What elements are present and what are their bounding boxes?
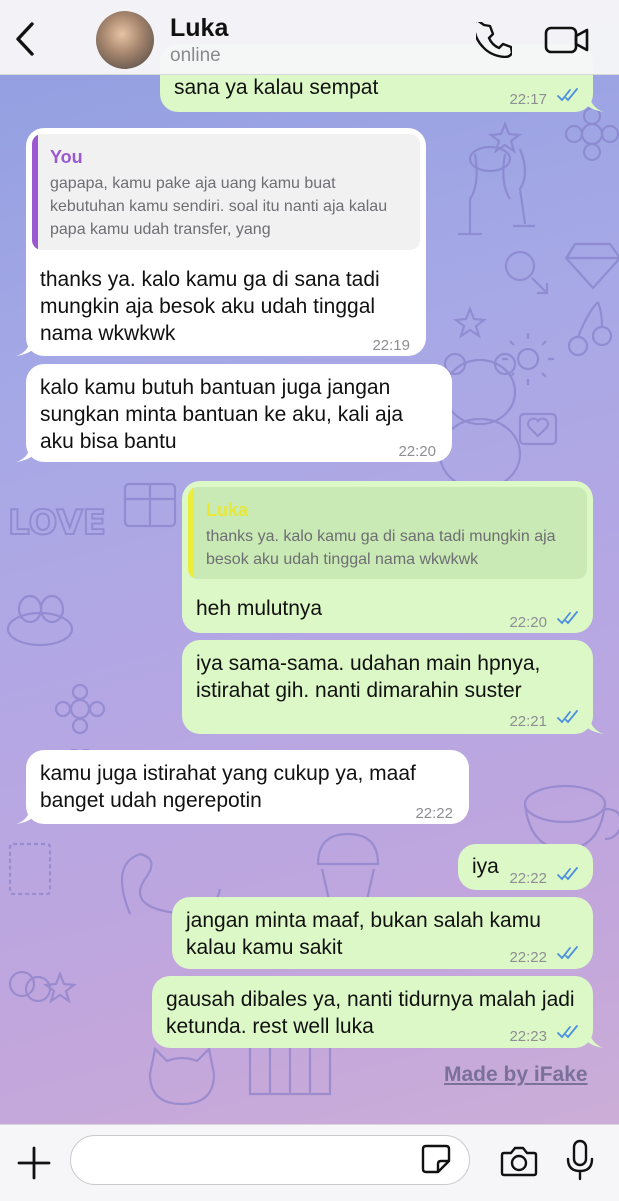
- message-text: kamu juga istirahat yang cukup ya, maaf …: [40, 762, 416, 812]
- double-check-icon: [557, 946, 578, 960]
- message-bubble-outgoing[interactable]: jangan minta maaf, bukan salah kamu kala…: [172, 897, 593, 969]
- back-chevron-icon[interactable]: [10, 20, 40, 58]
- plus-icon[interactable]: [16, 1145, 52, 1181]
- message-time: 22:20: [398, 443, 436, 460]
- double-check-icon: [557, 88, 578, 102]
- contact-avatar[interactable]: [96, 11, 154, 69]
- message-bubble-incoming[interactable]: kalo kamu butuh bantuan juga jangan sung…: [26, 364, 452, 462]
- message-bubble-incoming[interactable]: You gapapa, kamu pake aja uang kamu buat…: [26, 128, 426, 356]
- message-text: thanks ya. kalo kamu ga di sana tadi mun…: [40, 268, 380, 345]
- contact-status: online: [170, 45, 221, 66]
- message-time: 22:19: [372, 337, 410, 354]
- composer-bar: [0, 1124, 619, 1201]
- sticker-icon[interactable]: [420, 1143, 452, 1175]
- message-time: 22:20: [509, 614, 547, 631]
- message-time: 22:17: [509, 91, 547, 108]
- double-check-icon: [557, 867, 578, 881]
- reply-quote-text: thanks ya. kalo kamu ga di sana tadi mun…: [206, 528, 556, 568]
- message-time: 22:22: [415, 805, 453, 822]
- watermark-text: Made by iFake: [444, 1063, 588, 1086]
- reply-quote-author: Luka: [206, 500, 249, 520]
- svg-text:LOVE: LOVE: [8, 503, 106, 543]
- reply-quote-bar: [188, 487, 194, 579]
- reply-quote-author: You: [50, 147, 83, 167]
- message-time: 22:22: [509, 949, 547, 966]
- contact-name[interactable]: Luka: [170, 14, 228, 43]
- video-camera-icon[interactable]: [544, 24, 590, 56]
- message-bubble-outgoing[interactable]: iya 22:22: [458, 844, 593, 890]
- camera-icon[interactable]: [500, 1143, 538, 1179]
- message-bubble-outgoing[interactable]: iya sama-sama. udahan main hpnya, istira…: [182, 640, 593, 734]
- chat-header: Luka online: [0, 0, 619, 75]
- double-check-icon: [557, 1025, 578, 1039]
- message-text: kalo kamu butuh bantuan juga jangan sung…: [40, 376, 404, 453]
- message-time: 22:21: [509, 713, 547, 730]
- message-text: iya sama-sama. udahan main hpnya, istira…: [196, 652, 541, 702]
- reply-quote-text: gapapa, kamu pake aja uang kamu buat keb…: [50, 175, 388, 238]
- message-input[interactable]: [70, 1135, 470, 1185]
- reply-quote[interactable]: You gapapa, kamu pake aja uang kamu buat…: [32, 134, 420, 250]
- reply-quote[interactable]: Luka thanks ya. kalo kamu ga di sana tad…: [188, 487, 587, 579]
- double-check-icon: [557, 611, 578, 625]
- double-check-icon: [557, 710, 578, 724]
- message-bubble-outgoing[interactable]: Luka thanks ya. kalo kamu ga di sana tad…: [182, 481, 593, 633]
- phone-icon[interactable]: [476, 22, 512, 58]
- message-time: 22:23: [509, 1028, 547, 1045]
- message-bubble-outgoing[interactable]: gausah dibales ya, nanti tidurnya malah …: [152, 976, 593, 1048]
- message-bubble-incoming[interactable]: kamu juga istirahat yang cukup ya, maaf …: [26, 750, 469, 824]
- microphone-icon[interactable]: [566, 1139, 594, 1181]
- reply-quote-bar: [32, 134, 38, 250]
- message-time: 22:22: [509, 870, 547, 887]
